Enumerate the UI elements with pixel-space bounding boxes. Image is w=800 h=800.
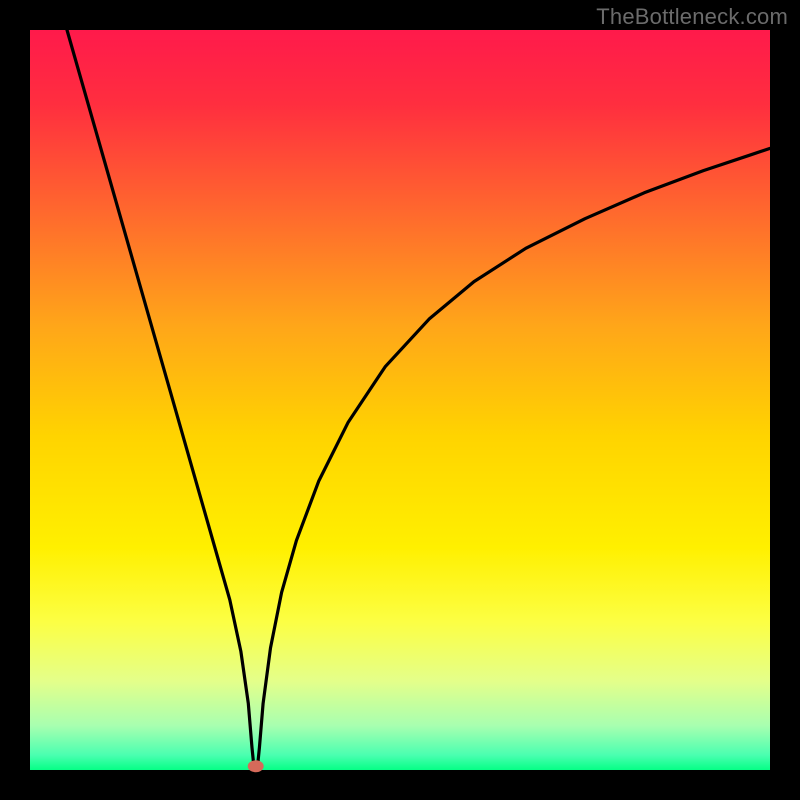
bottleneck-chart bbox=[0, 0, 800, 800]
watermark-text: TheBottleneck.com bbox=[596, 4, 788, 30]
chart-frame: TheBottleneck.com bbox=[0, 0, 800, 800]
plot-background bbox=[30, 30, 770, 770]
optimum-marker bbox=[248, 760, 264, 772]
